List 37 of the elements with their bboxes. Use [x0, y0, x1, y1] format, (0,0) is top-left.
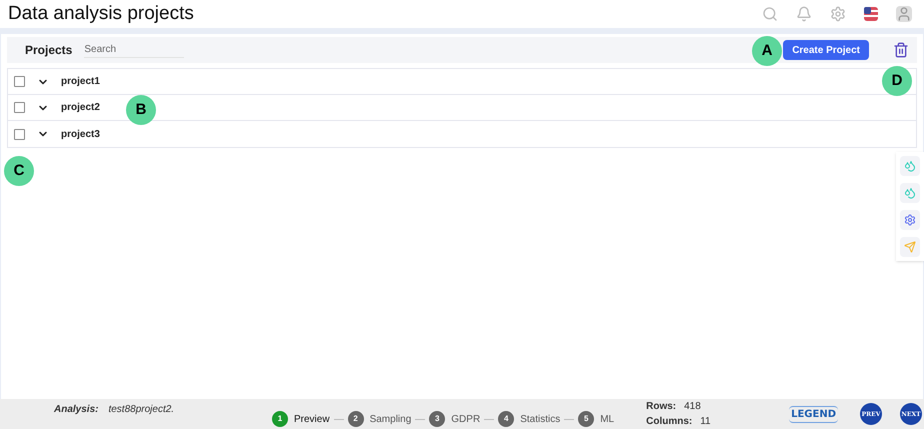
create-project-button[interactable]: Create Project	[783, 40, 869, 60]
checkbox[interactable]	[14, 128, 25, 140]
rows-value: 418	[684, 402, 701, 412]
step-number: 2	[348, 411, 364, 427]
settings-icon[interactable]	[830, 6, 846, 22]
step-number: 1	[272, 411, 288, 427]
bell-icon[interactable]	[796, 6, 812, 22]
step[interactable]: 1 Preview	[268, 411, 334, 427]
step[interactable]: 3 GDPR	[425, 411, 484, 427]
gear-tool-button[interactable]	[900, 210, 920, 230]
legend-button[interactable]: LEGEND	[789, 406, 838, 422]
step-number: 5	[578, 411, 594, 427]
project-name: project3	[61, 128, 100, 142]
project-name: project1	[61, 75, 100, 89]
page-title: Data analysis projects	[8, 2, 195, 26]
trash-icon[interactable]	[893, 42, 909, 58]
step[interactable]: 4 Statistics	[494, 411, 564, 427]
analysis-label: Analysis:	[54, 403, 98, 417]
rows-label: Rows:	[646, 402, 676, 412]
analysis-value: test88project2.	[108, 403, 174, 417]
drops-tool-button[interactable]	[900, 156, 920, 176]
step-number: 4	[498, 411, 514, 427]
checkbox[interactable]	[14, 102, 25, 113]
search-field[interactable]: Search	[84, 42, 184, 58]
columns-label: Columns:	[646, 416, 692, 426]
step-number: 3	[429, 411, 446, 427]
project-name: project2	[61, 101, 100, 115]
section-title: Projects	[25, 42, 72, 59]
drops-tool-button[interactable]	[900, 183, 920, 203]
columns-value: 11	[700, 416, 711, 426]
avatar-icon[interactable]	[896, 6, 912, 22]
checkbox[interactable]	[14, 76, 25, 87]
step[interactable]: 2 Sampling	[344, 411, 416, 427]
step[interactable]: 5 ML	[574, 411, 618, 427]
send-tool-button[interactable]	[900, 237, 920, 257]
flag-icon[interactable]	[864, 7, 878, 21]
search-icon[interactable]	[762, 6, 778, 22]
